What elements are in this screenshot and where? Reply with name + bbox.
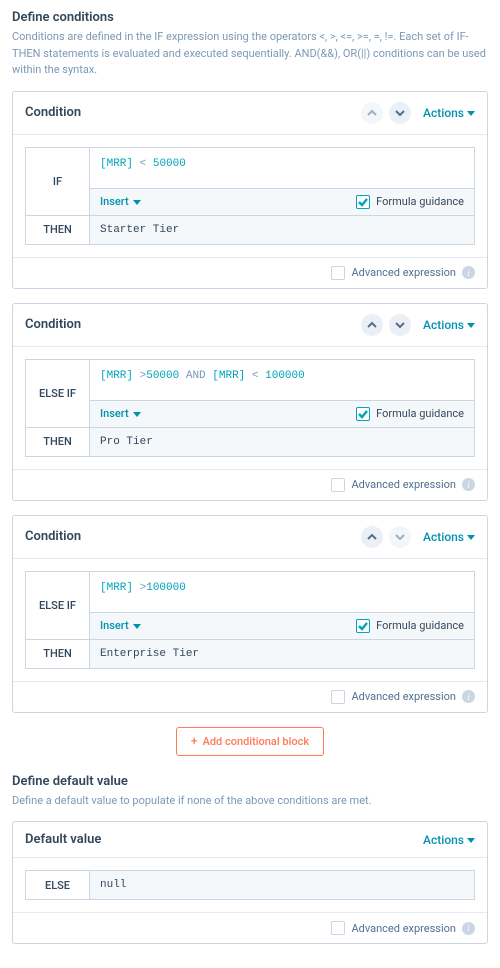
- formula-guidance-label: Formula guidance: [376, 195, 464, 208]
- define-conditions-description: Conditions are defined in the IF express…: [12, 29, 488, 79]
- default-value-title: Default value: [25, 832, 417, 847]
- advanced-expression-label: Advanced expression: [351, 922, 456, 935]
- check-icon: [358, 409, 368, 419]
- formula-guidance-checkbox[interactable]: [356, 195, 370, 209]
- formula-guidance-checkbox[interactable]: [356, 407, 370, 421]
- token-and: AND: [186, 370, 206, 382]
- move-down-button[interactable]: [389, 526, 411, 548]
- condition-card: Condition Actions ELSE IF [MRR] >100000: [12, 515, 488, 713]
- caret-down-icon: [467, 109, 475, 117]
- chevron-up-icon: [367, 108, 377, 118]
- actions-label: Actions: [423, 833, 464, 847]
- actions-label: Actions: [423, 530, 464, 544]
- actions-dropdown[interactable]: Actions: [423, 833, 475, 847]
- then-input[interactable]: Enterprise Tier: [90, 639, 475, 668]
- chevron-down-icon: [395, 108, 405, 118]
- caret-down-icon: [133, 410, 141, 418]
- condition-title: Condition: [25, 105, 361, 120]
- caret-down-icon: [133, 622, 141, 630]
- token-number: 100000: [146, 582, 186, 594]
- define-default-title: Define default value: [12, 774, 488, 789]
- condition-card: Condition Actions ELSE IF [MRR] >50000 A…: [12, 303, 488, 501]
- info-icon[interactable]: i: [462, 478, 475, 491]
- advanced-expression-checkbox[interactable]: [331, 478, 345, 492]
- caret-down-icon: [467, 533, 475, 541]
- chevron-down-icon: [395, 532, 405, 542]
- token-number: 50000: [146, 370, 179, 382]
- then-label: THEN: [26, 427, 90, 456]
- move-down-button[interactable]: [389, 102, 411, 124]
- expression-input[interactable]: [MRR] >100000: [90, 571, 475, 612]
- then-label: THEN: [26, 215, 90, 244]
- actions-label: Actions: [423, 106, 464, 120]
- else-label: ELSE: [26, 871, 90, 900]
- add-conditional-block-button[interactable]: + Add conditional block: [176, 727, 324, 756]
- then-label: THEN: [26, 639, 90, 668]
- token-field: [MRR]: [100, 582, 133, 594]
- token-op: <: [252, 370, 259, 382]
- define-default-description: Define a default value to populate if no…: [12, 793, 488, 810]
- advanced-expression-checkbox[interactable]: [331, 921, 345, 935]
- advanced-expression-label: Advanced expression: [351, 478, 456, 491]
- expression-input[interactable]: [MRR] >50000 AND [MRR] < 100000: [90, 359, 475, 400]
- elseif-label: ELSE IF: [26, 571, 90, 639]
- formula-guidance-checkbox[interactable]: [356, 619, 370, 633]
- advanced-expression-label: Advanced expression: [351, 266, 456, 279]
- formula-guidance-label: Formula guidance: [376, 619, 464, 632]
- move-up-button[interactable]: [361, 526, 383, 548]
- actions-dropdown[interactable]: Actions: [423, 106, 475, 120]
- caret-down-icon: [133, 198, 141, 206]
- move-up-button[interactable]: [361, 102, 383, 124]
- info-icon[interactable]: i: [462, 266, 475, 279]
- condition-title: Condition: [25, 317, 361, 332]
- insert-dropdown[interactable]: Insert: [100, 407, 141, 420]
- condition-card: Condition Actions IF [MRR] < 50000: [12, 91, 488, 289]
- token-field: [MRR]: [212, 370, 245, 382]
- check-icon: [358, 197, 368, 207]
- expression-input[interactable]: [MRR] < 50000: [90, 147, 475, 188]
- token-field: [MRR]: [100, 370, 133, 382]
- caret-down-icon: [467, 836, 475, 844]
- insert-dropdown[interactable]: Insert: [100, 195, 141, 208]
- then-input[interactable]: Starter Tier: [90, 215, 475, 244]
- chevron-down-icon: [395, 320, 405, 330]
- then-input[interactable]: Pro Tier: [90, 427, 475, 456]
- token-op: <: [140, 158, 147, 170]
- token-number: 50000: [153, 158, 186, 170]
- insert-label: Insert: [100, 195, 129, 208]
- actions-dropdown[interactable]: Actions: [423, 318, 475, 332]
- info-icon[interactable]: i: [462, 922, 475, 935]
- formula-guidance-label: Formula guidance: [376, 407, 464, 420]
- chevron-up-icon: [367, 532, 377, 542]
- actions-dropdown[interactable]: Actions: [423, 530, 475, 544]
- insert-dropdown[interactable]: Insert: [100, 619, 141, 632]
- advanced-expression-label: Advanced expression: [351, 690, 456, 703]
- check-icon: [358, 621, 368, 631]
- info-icon[interactable]: i: [462, 690, 475, 703]
- move-down-button[interactable]: [389, 314, 411, 336]
- if-label: IF: [26, 147, 90, 215]
- add-block-label: Add conditional block: [203, 735, 310, 748]
- define-conditions-title: Define conditions: [12, 10, 488, 25]
- token-number: 100000: [265, 370, 305, 382]
- insert-label: Insert: [100, 407, 129, 420]
- advanced-expression-checkbox[interactable]: [331, 266, 345, 280]
- caret-down-icon: [467, 321, 475, 329]
- plus-icon: +: [191, 735, 198, 747]
- elseif-label: ELSE IF: [26, 359, 90, 427]
- default-value-input[interactable]: null: [90, 871, 475, 900]
- move-up-button[interactable]: [361, 314, 383, 336]
- advanced-expression-checkbox[interactable]: [331, 690, 345, 704]
- token-field: [MRR]: [100, 158, 133, 170]
- chevron-up-icon: [367, 320, 377, 330]
- default-value-card: Default value Actions ELSE null Advanced…: [12, 821, 488, 944]
- insert-label: Insert: [100, 619, 129, 632]
- actions-label: Actions: [423, 318, 464, 332]
- condition-title: Condition: [25, 529, 361, 544]
